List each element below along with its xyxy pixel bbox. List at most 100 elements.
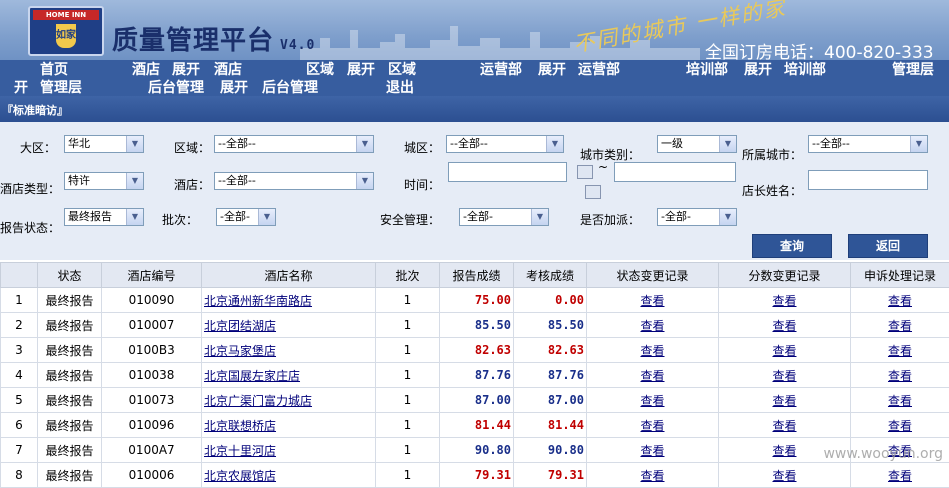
end-date-input[interactable] [614,162,736,182]
view-status-log-link[interactable]: 查看 [640,369,664,383]
nav-hotel[interactable]: 酒店 [132,61,160,79]
nav-hotel-menu[interactable]: 酒店 [214,61,242,79]
hotel-name-link[interactable]: 北京农展馆店 [204,469,276,483]
view-score-log-link[interactable]: 查看 [772,369,796,383]
dispatch-select[interactable]: -全部- ▼ [657,208,737,226]
hotel-name-link[interactable]: 北京通州新华南路店 [204,294,312,308]
nav-area-expand[interactable]: 展开 [347,61,375,79]
hotel-name-link[interactable]: 北京联想桥店 [204,419,276,433]
row-hotel-name-cell: 北京联想桥店 [202,413,376,438]
calendar-icon[interactable] [585,185,601,199]
hotel-name-link[interactable]: 北京马家堡店 [204,344,276,358]
hotel-name-link[interactable]: 北京国展左家庄店 [204,369,300,383]
row-status: 最终报告 [38,413,102,438]
filter-panel: 大区： 华北 ▼ 区域： --全部-- ▼ 城区： --全部-- ▼ 城市类别：… [0,122,949,260]
view-status-log-link[interactable]: 查看 [640,394,664,408]
view-status-log-link[interactable]: 查看 [640,344,664,358]
nav-backend-expand[interactable]: 展开 [220,79,248,97]
city-select[interactable]: --全部-- ▼ [808,135,928,153]
chevron-down-icon: ▼ [258,209,275,225]
city-type-select[interactable]: 一级 ▼ [657,135,737,153]
nav-management[interactable]: 管理层 [892,61,934,79]
nav-hotel-expand[interactable]: 展开 [172,61,200,79]
row-score-log-cell: 查看 [719,388,851,413]
batch-label: 批次： [162,211,198,228]
nav-home[interactable]: 首页 [40,61,68,79]
area-select[interactable]: --全部-- ▼ [214,135,374,153]
nav-management-expand[interactable]: 开 [14,79,28,97]
row-report-score: 87.76 [440,363,514,388]
nav-backend-menu[interactable]: 后台管理 [262,79,318,97]
nav-area-menu[interactable]: 区域 [388,61,416,79]
batch-select[interactable]: -全部- ▼ [216,208,276,226]
nav-logout[interactable]: 退出 [386,79,414,97]
manager-name-input[interactable] [808,170,928,190]
hotel-name-link[interactable]: 北京团结湖店 [204,319,276,333]
nav-management-menu[interactable]: 管理层 [40,79,82,97]
view-appeal-log-link[interactable]: 查看 [888,369,912,383]
row-status-log-cell: 查看 [587,338,719,363]
row-hotel-name-cell: 北京广渠门富力城店 [202,388,376,413]
view-score-log-link[interactable]: 查看 [772,444,796,458]
query-button[interactable]: 查询 [752,234,832,258]
chevron-down-icon: ▼ [531,209,548,225]
nav-training-expand[interactable]: 展开 [744,61,772,79]
calendar-icon[interactable] [577,165,593,179]
results-table: 状态 酒店编号 酒店名称 批次 报告成绩 考核成绩 状态变更记录 分数变更记录 … [0,262,949,488]
row-hotel-code: 010038 [102,363,202,388]
row-index: 8 [1,463,38,488]
nav-ops-menu[interactable]: 运营部 [578,61,620,79]
view-appeal-log-link[interactable]: 查看 [888,394,912,408]
nav-area[interactable]: 区域 [306,61,334,79]
hotel-select[interactable]: --全部-- ▼ [214,172,374,190]
view-score-log-link[interactable]: 查看 [772,294,796,308]
row-hotel-name-cell: 北京农展馆店 [202,463,376,488]
nav-ops-expand[interactable]: 展开 [538,61,566,79]
view-score-log-link[interactable]: 查看 [772,419,796,433]
view-status-log-link[interactable]: 查看 [640,469,664,483]
view-score-log-link[interactable]: 查看 [772,344,796,358]
hotel-type-select[interactable]: 特许 ▼ [64,172,144,190]
view-score-log-link[interactable]: 查看 [772,394,796,408]
row-hotel-code: 010096 [102,413,202,438]
city-type-label: 城市类别： [580,146,640,163]
start-date-input[interactable] [448,162,567,182]
hotel-type-select-value: 特许 [68,174,90,187]
row-hotel-code: 010073 [102,388,202,413]
row-hotel-name-cell: 北京通州新华南路店 [202,288,376,313]
row-status: 最终报告 [38,363,102,388]
row-report-score: 85.50 [440,313,514,338]
view-appeal-log-link[interactable]: 查看 [888,294,912,308]
row-batch: 1 [376,288,440,313]
view-score-log-link[interactable]: 查看 [772,469,796,483]
view-score-log-link[interactable]: 查看 [772,319,796,333]
hotel-name-link[interactable]: 北京十里河店 [204,444,276,458]
view-appeal-log-link[interactable]: 查看 [888,469,912,483]
home-inn-logo[interactable]: HOME INN 如家 [28,6,104,56]
view-status-log-link[interactable]: 查看 [640,444,664,458]
view-appeal-log-link[interactable]: 查看 [888,319,912,333]
hotel-name-link[interactable]: 北京广渠门富力城店 [204,394,312,408]
nav-training[interactable]: 培训部 [686,61,728,79]
row-index: 6 [1,413,38,438]
safety-select-value: -全部- [463,210,493,223]
report-status-select[interactable]: 最终报告 ▼ [64,208,144,226]
row-batch: 1 [376,463,440,488]
table-row: 2最终报告010007北京团结湖店185.5085.50查看查看查看 [1,313,949,338]
view-status-log-link[interactable]: 查看 [640,319,664,333]
district-select[interactable]: --全部-- ▼ [446,135,564,153]
back-button[interactable]: 返回 [848,234,928,258]
view-appeal-log-link[interactable]: 查看 [888,344,912,358]
view-appeal-log-link[interactable]: 查看 [888,419,912,433]
region-select[interactable]: 华北 ▼ [64,135,144,153]
safety-select[interactable]: -全部- ▼ [459,208,549,226]
nav-backend[interactable]: 后台管理 [148,79,204,97]
row-batch: 1 [376,363,440,388]
view-status-log-link[interactable]: 查看 [640,419,664,433]
row-report-score: 82.63 [440,338,514,363]
dispatch-select-value: -全部- [661,210,691,223]
nav-ops[interactable]: 运营部 [480,61,522,79]
nav-training-menu[interactable]: 培训部 [784,61,826,79]
row-status-log-cell: 查看 [587,388,719,413]
view-status-log-link[interactable]: 查看 [640,294,664,308]
